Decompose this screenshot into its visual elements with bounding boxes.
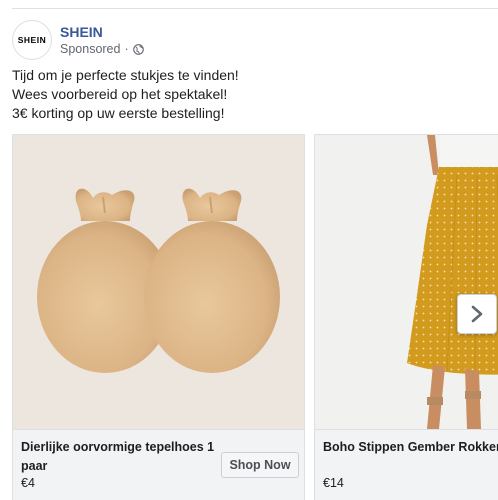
feed-divider <box>12 8 498 9</box>
product-photo <box>315 135 498 429</box>
post-header-text: SHEIN Sponsored · <box>60 23 144 58</box>
carousel-card[interactable]: Dierlijke oorvormige tepelhoes 1 paar €4… <box>12 134 305 500</box>
product-carousel: Dierlijke oorvormige tepelhoes 1 paar €4… <box>12 134 498 500</box>
post-message: Tijd om je perfecte stukjes te vinden! W… <box>12 66 239 123</box>
post-meta: Sponsored · <box>60 41 144 58</box>
card-title[interactable]: Dierlijke oorvormige tepelhoes 1 paar <box>21 438 221 476</box>
globe-icon[interactable] <box>132 43 144 55</box>
avatar[interactable]: SHEIN <box>12 20 52 60</box>
nipple-covers-product-image[interactable] <box>13 135 304 429</box>
meta-separator: · <box>124 41 129 56</box>
product-photo <box>13 135 304 429</box>
card-price: €14 <box>323 476 344 490</box>
card-price: €4 <box>21 476 35 490</box>
sponsored-label[interactable]: Sponsored <box>60 41 120 58</box>
card-info: Dierlijke oorvormige tepelhoes 1 paar €4… <box>13 429 304 500</box>
carousel-next-button[interactable] <box>457 294 497 334</box>
post-text-line: 3€ korting op uw eerste bestelling! <box>12 105 225 121</box>
card-info: Boho Stippen Gember Rokken €14 <box>315 429 498 500</box>
post-header: SHEIN SHEIN Sponsored · <box>12 20 144 60</box>
chevron-right-icon <box>471 305 483 323</box>
page-name-link[interactable]: SHEIN <box>60 23 144 41</box>
card-title[interactable]: Boho Stippen Gember Rokken <box>323 438 498 457</box>
post-text-line: Wees voorbereid op het spektakel! <box>12 86 228 102</box>
polka-dot-skirt-product-image[interactable] <box>315 135 498 429</box>
post-text-line: Tijd om je perfecte stukjes te vinden! <box>12 67 239 83</box>
shop-now-button[interactable]: Shop Now <box>221 452 299 478</box>
avatar-logo-text: SHEIN <box>17 35 47 45</box>
